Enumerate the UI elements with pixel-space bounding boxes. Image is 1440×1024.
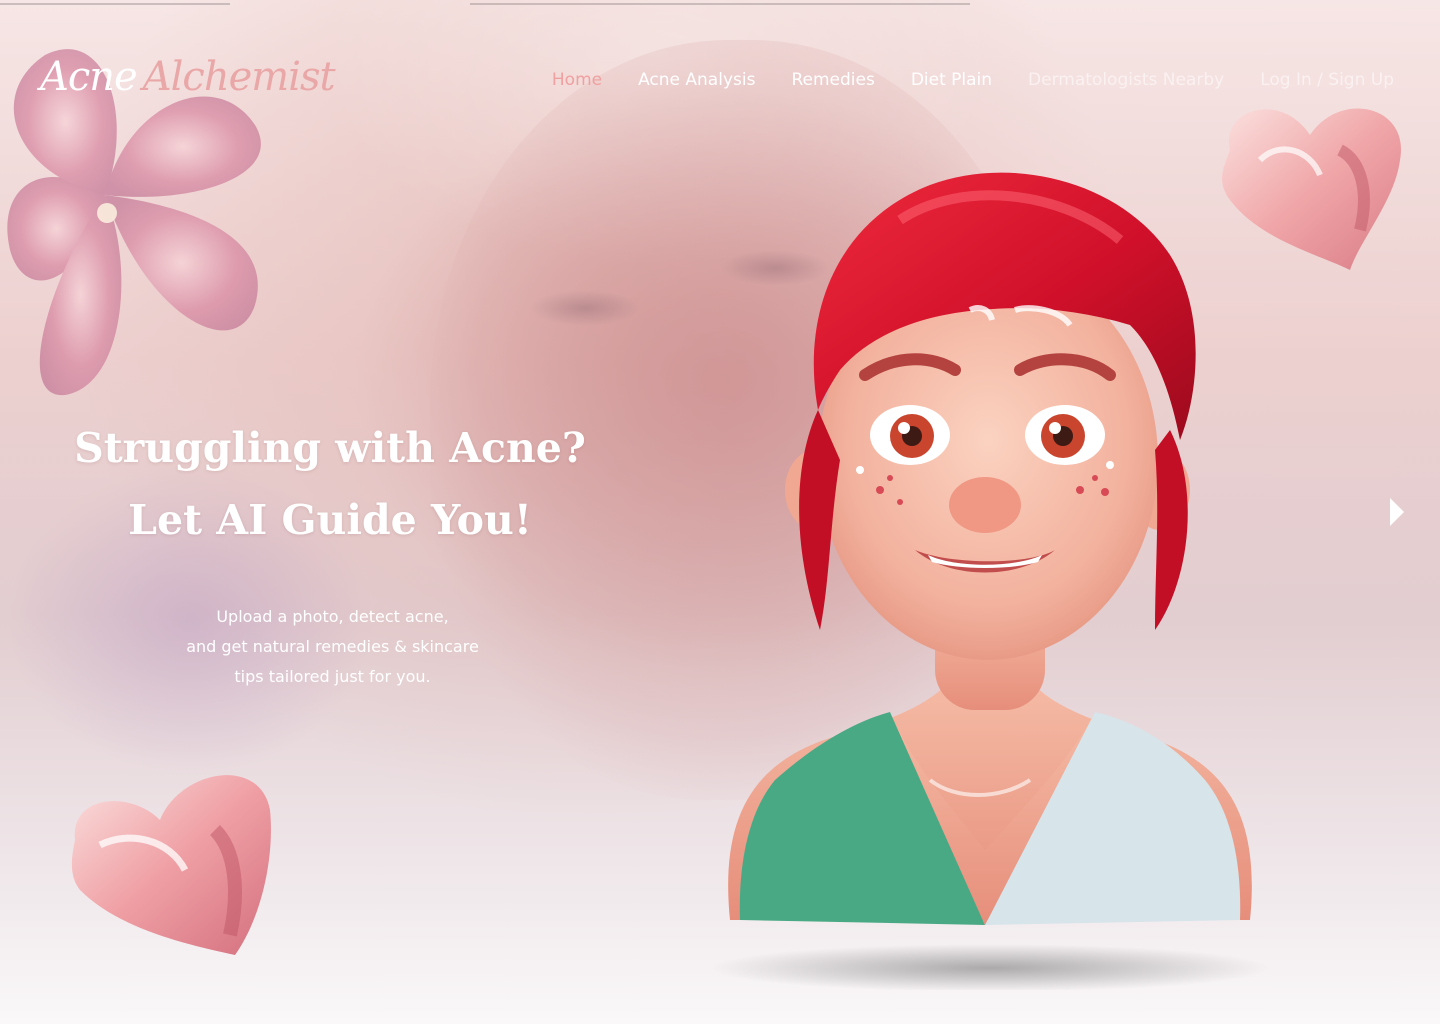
hero-title-line-2: Let AI Guide You!: [128, 496, 532, 544]
brand-word-2: Alchemist: [142, 54, 336, 100]
chevron-right-icon[interactable]: [1384, 494, 1408, 530]
hero-title: Struggling with Acne? Let AI Guide You!: [50, 412, 610, 556]
hero-title-line-1: Struggling with Acne?: [74, 424, 586, 472]
heart-icon: [71, 775, 271, 955]
main-nav: Home Acne Analysis Remedies Diet Plain D…: [552, 70, 1394, 90]
hero-subtitle-line-1: Upload a photo, detect acne,: [216, 607, 449, 626]
hero-subtitle-line-3: tips tailored just for you.: [234, 667, 431, 686]
brand-logo[interactable]: Acne Alchemist: [40, 54, 336, 114]
nav-item-remedies[interactable]: Remedies: [791, 70, 874, 90]
nav-item-login-signup[interactable]: Log In / Sign Up: [1260, 70, 1394, 90]
divider-line: [470, 3, 970, 5]
background-eye-left: [530, 290, 640, 326]
hero-subtitle: Upload a photo, detect acne, and get nat…: [130, 602, 535, 692]
character-illustration: [710, 172, 1270, 990]
nav-item-acne-analysis[interactable]: Acne Analysis: [638, 70, 755, 90]
nav-item-diet-plain[interactable]: Diet Plain: [911, 70, 992, 90]
divider-line: [0, 3, 230, 5]
brand-word-1: Acne: [40, 54, 138, 100]
nav-item-dermatologists-nearby[interactable]: Dermatologists Nearby: [1028, 70, 1224, 90]
hero-subtitle-line-2: and get natural remedies & skincare: [186, 637, 479, 656]
nav-item-home[interactable]: Home: [552, 70, 602, 90]
